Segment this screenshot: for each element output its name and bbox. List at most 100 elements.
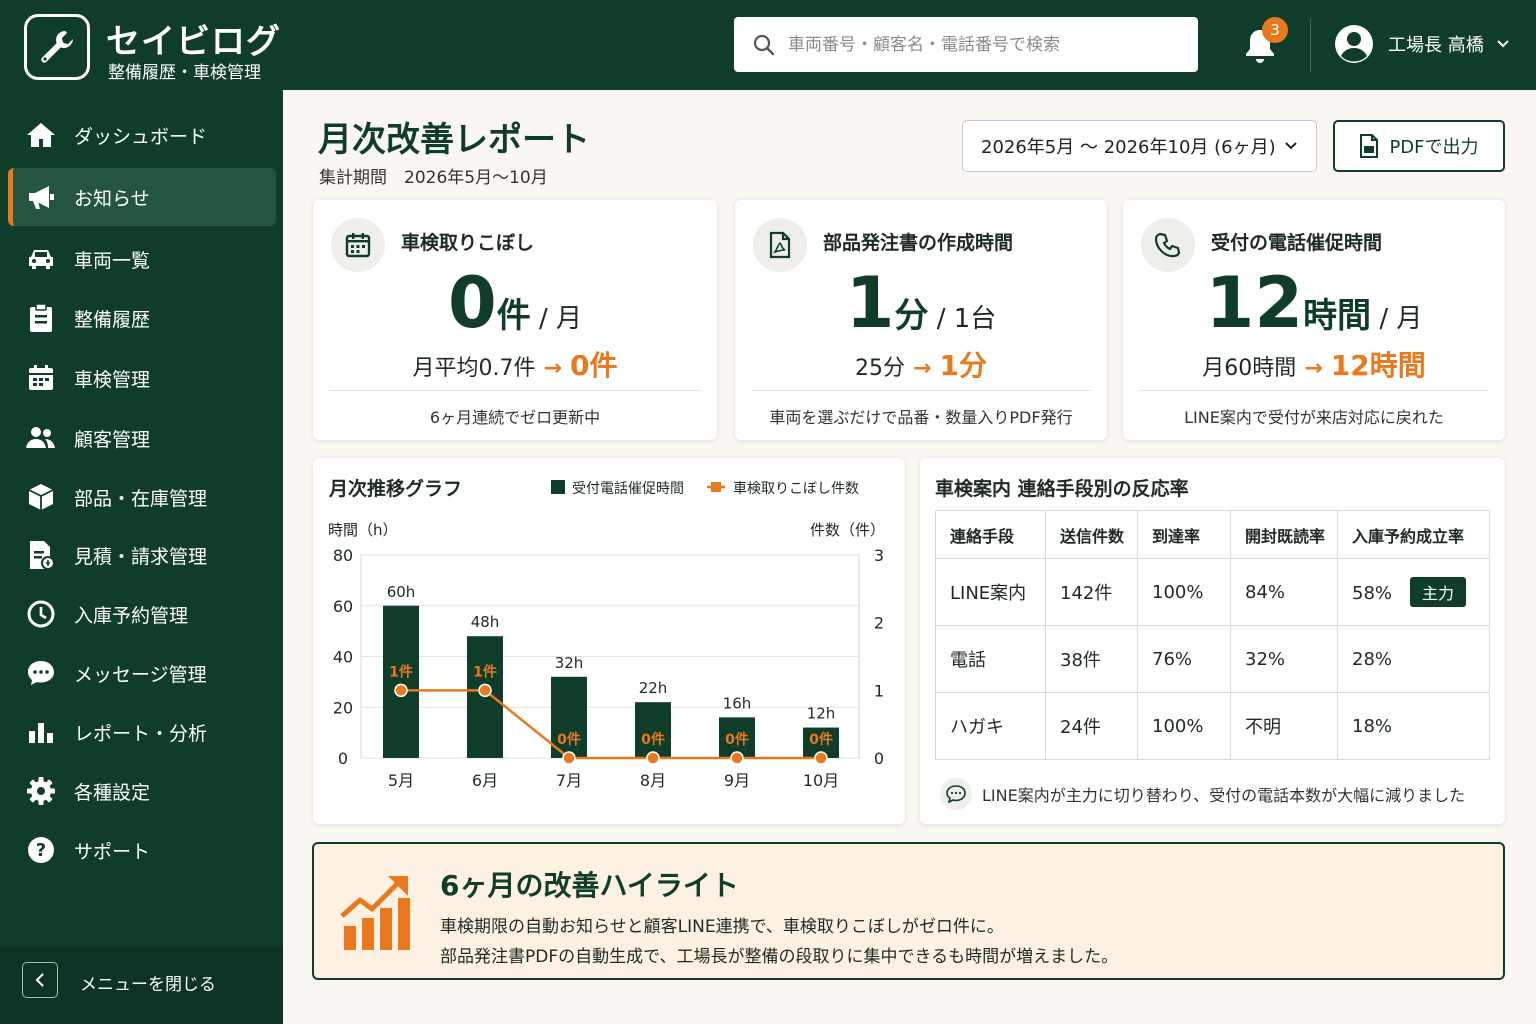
kpi-unit: 件 bbox=[496, 296, 531, 336]
sidebar-item-messages[interactable]: メッセージ管理 bbox=[8, 644, 276, 702]
users-icon bbox=[24, 421, 58, 455]
arrow-right-icon: → bbox=[913, 356, 932, 381]
kpi-card-missed-inspections: 車検取りこぼし 0件 / 月 月平均0.7件 → 0件 6ヶ月連続でゼロ更新中 bbox=[313, 200, 717, 440]
search-input[interactable] bbox=[788, 34, 1168, 55]
kpi-value-row: 12時間 / 月 bbox=[1123, 262, 1505, 344]
table-cell: 電話 bbox=[935, 625, 1046, 693]
table-header: 到達率 bbox=[1137, 510, 1231, 559]
bar-label: 48h bbox=[471, 613, 500, 631]
collapse-menu-button[interactable] bbox=[22, 962, 58, 998]
kpi-before: 25分 bbox=[855, 356, 906, 381]
sidebar-item-label: 整備履歴 bbox=[74, 308, 151, 331]
bar-label: 16h bbox=[723, 694, 752, 712]
kpi-value: 0 bbox=[447, 262, 497, 344]
sidebar-item-notices[interactable]: お知らせ bbox=[8, 168, 276, 226]
table-cell: 142件 bbox=[1045, 558, 1138, 626]
table-cell: 24件 bbox=[1045, 692, 1138, 760]
bar-label: 12h bbox=[807, 705, 836, 723]
monthly-chart: 受付電話催促時間 車検取りこぼし件数 時間（h） 件数（件） 806040200… bbox=[328, 480, 885, 790]
bar-label: 32h bbox=[555, 654, 584, 672]
pdf-export-label: PDFで出力 bbox=[1389, 137, 1479, 158]
box-icon bbox=[24, 480, 58, 514]
line-label: 0件 bbox=[725, 731, 749, 748]
bar bbox=[467, 636, 503, 758]
line-label: 0件 bbox=[809, 731, 833, 748]
sidebar-item-dashboard[interactable]: ダッシュボード bbox=[8, 106, 276, 164]
sidebar-item-label: 入庫予約管理 bbox=[74, 604, 189, 627]
kpi-per: / 月 bbox=[1371, 304, 1423, 334]
y-tick-right: 1 bbox=[874, 681, 884, 700]
search-box[interactable] bbox=[734, 17, 1198, 72]
table-cell-value: 58% bbox=[1352, 583, 1393, 604]
collapse-menu-label[interactable]: メニューを閉じる bbox=[80, 970, 216, 995]
period-select[interactable]: 2026年5月 〜 2026年10月 (6ヶ月) bbox=[962, 120, 1317, 172]
response-table-title: 車検案内 連絡手段別の反応率 bbox=[935, 478, 1189, 500]
table-row[interactable]: LINE案内 142件 100% 84% 58% 主力 bbox=[935, 558, 1490, 626]
kpi-compare: 月平均0.7件 → 0件 bbox=[313, 344, 717, 384]
user-menu[interactable]: 工場長 高橋 bbox=[1334, 24, 1510, 64]
highlight-line: 部品発注書PDFの自動生成で、工場長が整備の段取りに集中できるも時間が増えました… bbox=[440, 947, 1119, 967]
series-line bbox=[401, 689, 821, 760]
table-row[interactable]: 電話 38件 76% 32% 28% bbox=[935, 625, 1490, 693]
table-row[interactable]: ハガキ 24件 100% 不明 18% bbox=[935, 692, 1490, 760]
table-header: 連絡手段 bbox=[935, 510, 1046, 559]
page-period: 集計期間 2026年5月〜10月 bbox=[319, 168, 548, 188]
sidebar-item-inspection[interactable]: 車検管理 bbox=[8, 349, 276, 407]
line-point bbox=[646, 751, 660, 765]
y-axis-left-label: 時間（h） bbox=[328, 521, 398, 539]
table-cell: 38件 bbox=[1045, 625, 1138, 693]
wrench-logo-icon[interactable] bbox=[24, 14, 90, 80]
sidebar-item-vehicles[interactable]: 車両一覧 bbox=[8, 230, 276, 288]
arrow-right-icon: → bbox=[1304, 356, 1323, 381]
line-label: 0件 bbox=[557, 731, 581, 748]
pdf-export-button[interactable]: PDFで出力 bbox=[1333, 120, 1505, 172]
x-tick: 7月 bbox=[556, 771, 582, 790]
sidebar-item-reservations[interactable]: 入庫予約管理 bbox=[8, 585, 276, 643]
bar-label: 60h bbox=[387, 583, 416, 601]
y-tick-right: 0 bbox=[874, 749, 884, 768]
legend-bar-swatch bbox=[551, 480, 565, 494]
megaphone-icon bbox=[24, 180, 58, 214]
x-tick: 6月 bbox=[472, 771, 498, 790]
kpi-divider bbox=[751, 390, 1091, 391]
header-divider bbox=[1310, 18, 1311, 72]
y-tick-left: 60 bbox=[333, 597, 353, 616]
sidebar-item-reports[interactable]: レポート・分析 bbox=[8, 703, 276, 761]
table-header-row: 連絡手段 送信件数 到達率 開封既読率 入庫予約成立率 bbox=[935, 510, 1490, 559]
sidebar-item-label: 部品・在庫管理 bbox=[74, 487, 208, 510]
y-tick-left: 0 bbox=[338, 749, 348, 768]
table-note: LINE案内が主力に切り替わり、受付の電話本数が大幅に減りました bbox=[940, 778, 1465, 810]
sidebar-item-settings[interactable]: 各種設定 bbox=[8, 762, 276, 820]
chart-bars: 60h 48h 32h 22h 16h 12h bbox=[383, 583, 839, 758]
sidebar-item-customers[interactable]: 顧客管理 bbox=[8, 409, 276, 467]
chevron-down-icon bbox=[1285, 142, 1297, 150]
sidebar-item-label: 車検管理 bbox=[74, 368, 151, 391]
x-tick: 9月 bbox=[724, 771, 750, 790]
table-cell: 28% bbox=[1337, 625, 1490, 693]
kpi-card-phone-followup-time: 受付の電話催促時間 12時間 / 月 月60時間 → 12時間 LINE案内で受付が… bbox=[1123, 200, 1505, 440]
table-cell: 58% 主力 bbox=[1337, 558, 1490, 626]
kpi-value-row: 1分 / 1台 bbox=[735, 262, 1107, 344]
chevron-left-icon bbox=[35, 973, 44, 987]
line-label: 0件 bbox=[641, 731, 665, 748]
growth-chart-icon bbox=[340, 876, 410, 950]
sidebar-item-label: 顧客管理 bbox=[74, 428, 151, 451]
table-cell: 32% bbox=[1230, 625, 1338, 693]
kpi-per: / 1台 bbox=[928, 304, 997, 334]
sidebar-item-maintenance[interactable]: 整備履歴 bbox=[8, 289, 276, 347]
kpi-after: 1分 bbox=[939, 349, 987, 382]
user-name: 工場長 高橋 bbox=[1388, 35, 1484, 56]
sidebar-item-label: 各種設定 bbox=[74, 781, 151, 804]
improvement-highlight: 6ヶ月の改善ハイライト 車検期限の自動お知らせと顧客LINE連携で、車検取りこぼ… bbox=[312, 842, 1505, 980]
legend-line-label: 車検取りこぼし件数 bbox=[733, 480, 859, 497]
sidebar-item-support[interactable]: ? サポート bbox=[8, 821, 276, 879]
search-icon bbox=[753, 34, 775, 55]
sidebar-item-parts[interactable]: 部品・在庫管理 bbox=[8, 468, 276, 526]
chart-gridlines bbox=[360, 554, 860, 759]
kpi-after: 12時間 bbox=[1330, 349, 1426, 382]
sidebar-item-label: サポート bbox=[74, 840, 151, 863]
kpi-before: 月平均0.7件 bbox=[412, 356, 536, 381]
app-title: セイビログ bbox=[106, 22, 281, 62]
bar bbox=[635, 702, 671, 758]
sidebar-item-estimates[interactable]: 見積・請求管理 bbox=[8, 526, 276, 584]
